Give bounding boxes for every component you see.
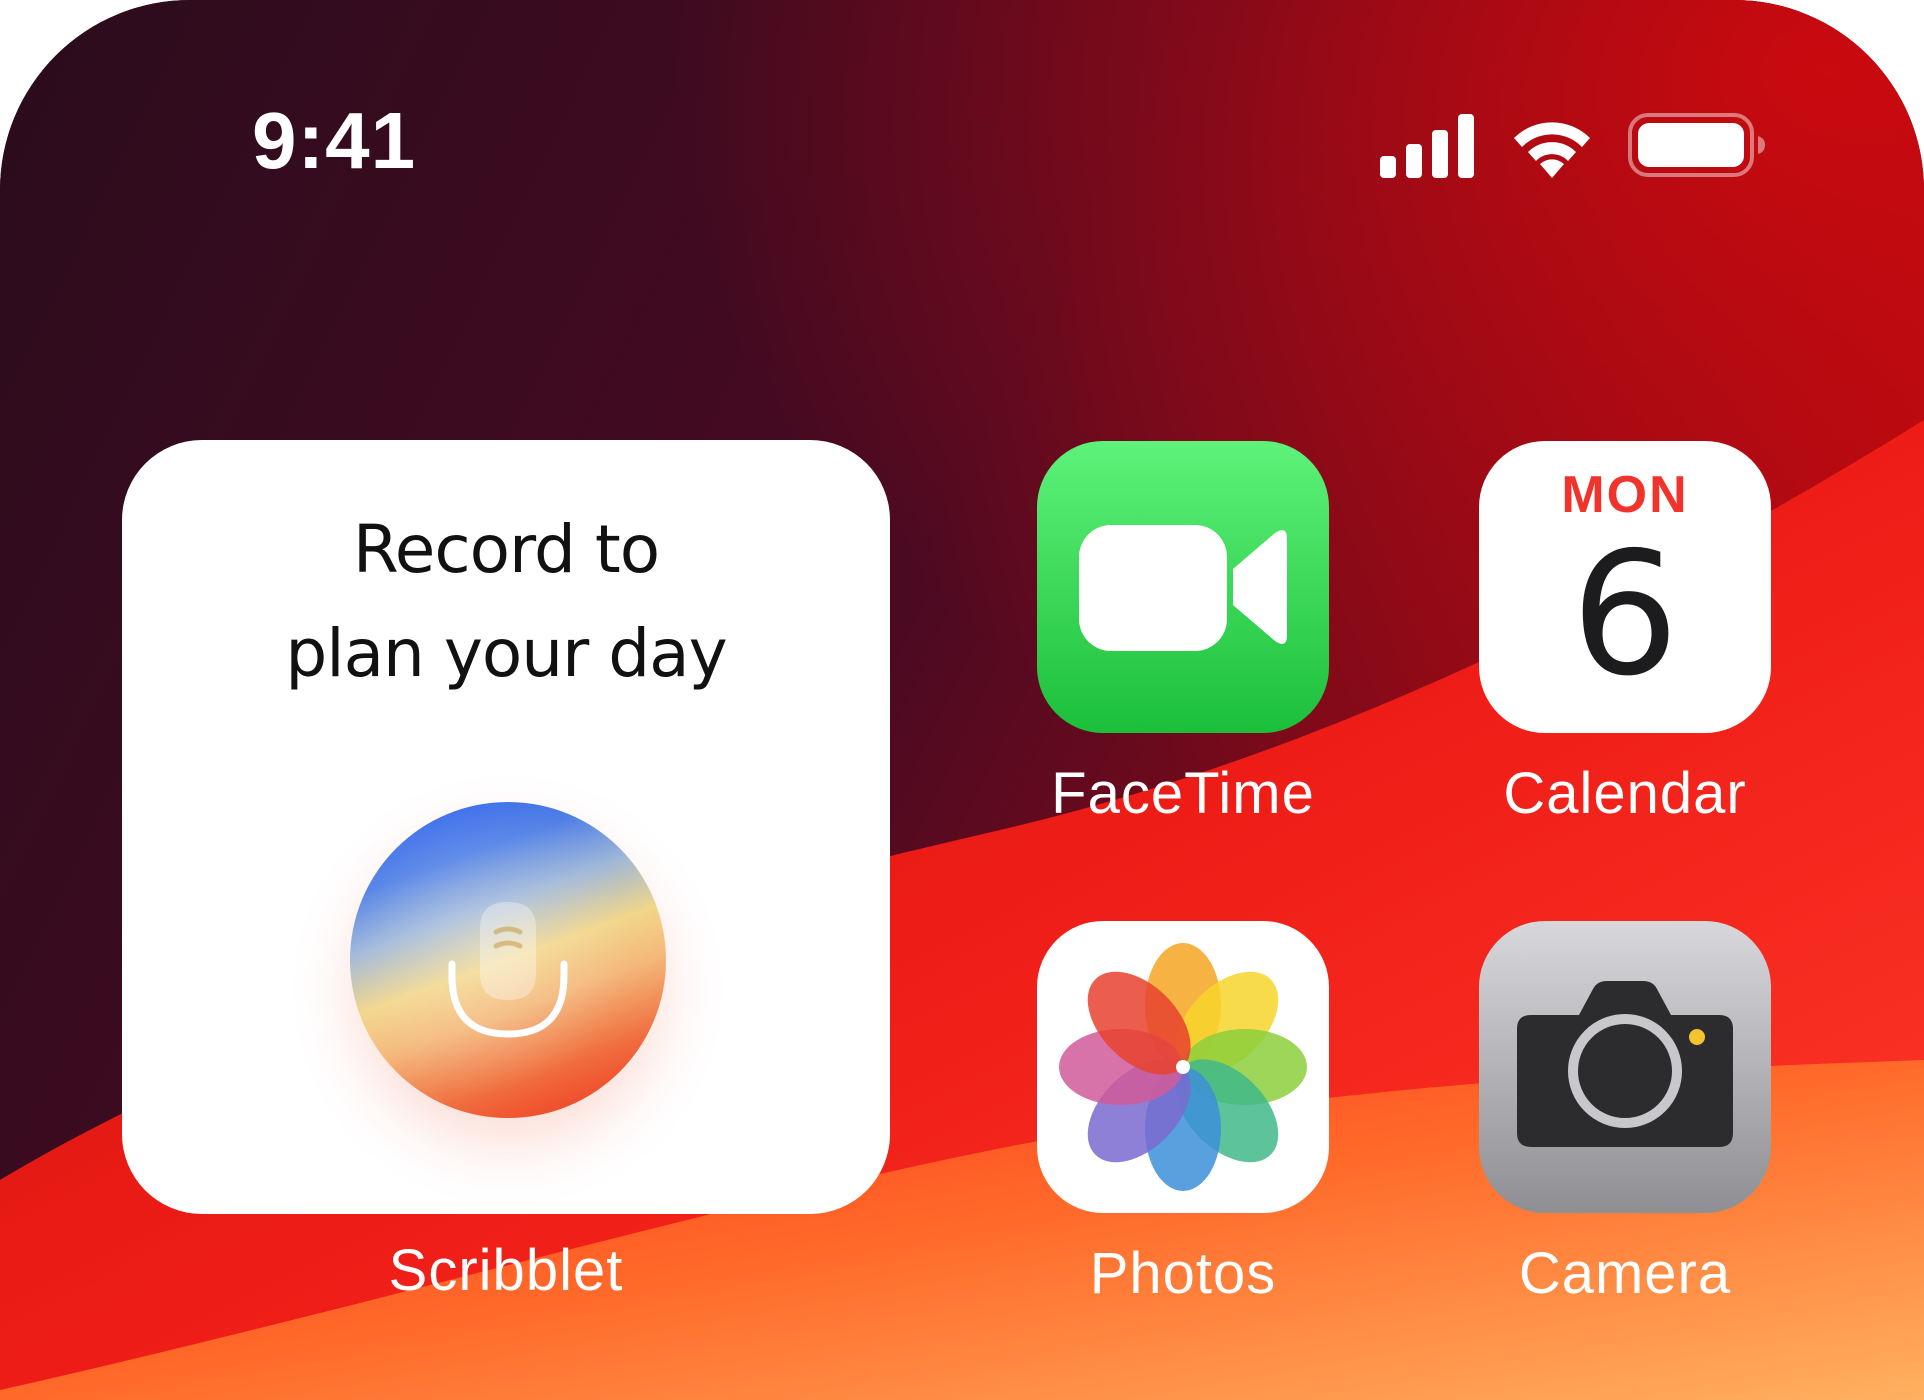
app-label-calendar: Calendar [1503, 761, 1747, 826]
scribblet-widget[interactable]: Record to plan your day [122, 440, 890, 1214]
cellular-signal-icon [1380, 114, 1474, 178]
calendar-date: 6 [1570, 516, 1680, 714]
camera-app-icon[interactable] [1479, 921, 1771, 1213]
scribblet-widget-label: Scribblet [388, 1238, 624, 1303]
widget-headline-line-2: plan your day [285, 615, 727, 692]
photos-flower-icon [1059, 943, 1307, 1191]
photos-app-icon[interactable] [1037, 921, 1329, 1213]
wifi-icon [1514, 122, 1590, 178]
facetime-app-icon[interactable] [1037, 441, 1329, 733]
app-label-facetime: FaceTime [1051, 761, 1315, 826]
status-time: 9:41 [252, 96, 417, 185]
app-label-photos: Photos [1089, 1241, 1277, 1306]
app-label-camera: Camera [1518, 1241, 1732, 1306]
record-button[interactable] [350, 802, 666, 1118]
widget-headline-line-1: Record to [352, 511, 660, 588]
battery-icon [1628, 113, 1765, 177]
microphone-icon [448, 902, 568, 1038]
calendar-app-icon[interactable]: MON 6 [1479, 441, 1771, 733]
camera-icon [1517, 981, 1733, 1147]
home-screen: 9:41 Record to plan your day Scribblet F… [0, 0, 1924, 1400]
facetime-video-icon [1079, 525, 1287, 651]
